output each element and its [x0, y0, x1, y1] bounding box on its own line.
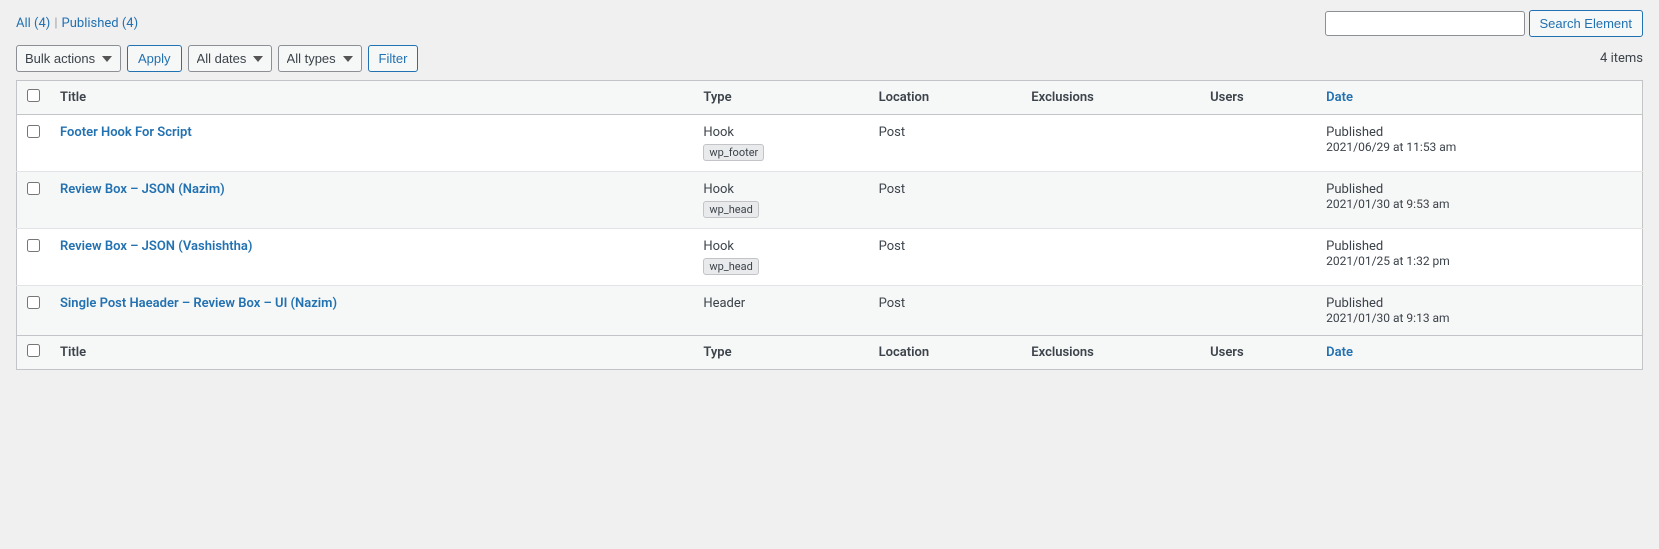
row-type-label: Hook — [703, 239, 734, 254]
row-title: Single Post Haeader – Review Box – UI (N… — [50, 286, 693, 336]
header-checkbox-cell — [17, 81, 51, 115]
table-header-row: Title Type Location Exclusions Users Dat… — [17, 81, 1643, 115]
search-input[interactable] — [1325, 11, 1525, 36]
header-type: Type — [693, 81, 868, 115]
table-row: Single Post Haeader – Review Box – UI (N… — [17, 286, 1643, 336]
top-bar: All (4) | Published (4) Search Element — [16, 10, 1643, 37]
row-title-link[interactable]: Single Post Haeader – Review Box – UI (N… — [60, 296, 337, 311]
row-location: Post — [869, 286, 1022, 336]
select-all-checkbox[interactable] — [27, 89, 40, 102]
row-type-label: Hook — [703, 125, 734, 140]
footer-type: Type — [693, 336, 868, 370]
row-checkbox[interactable] — [27, 239, 40, 252]
row-title: Review Box – JSON (Nazim) — [50, 172, 693, 229]
row-checkbox-cell — [17, 229, 51, 286]
row-type: Hook wp_head — [693, 172, 868, 229]
header-exclusions: Exclusions — [1021, 81, 1200, 115]
footer-checkbox-cell — [17, 336, 51, 370]
filter-published-count: (4) — [122, 16, 138, 31]
row-exclusions — [1021, 172, 1200, 229]
row-exclusions — [1021, 286, 1200, 336]
row-checkbox-cell — [17, 286, 51, 336]
row-type-label: Header — [703, 296, 745, 311]
row-date: Published2021/01/30 at 9:53 am — [1316, 172, 1642, 229]
footer-exclusions: Exclusions — [1021, 336, 1200, 370]
row-date: Published2021/01/25 at 1:32 pm — [1316, 229, 1642, 286]
row-title: Review Box – JSON (Vashishtha) — [50, 229, 693, 286]
row-title-link[interactable]: Footer Hook For Script — [60, 125, 192, 140]
row-date: Published2021/06/29 at 11:53 am — [1316, 115, 1642, 172]
page-wrap: All (4) | Published (4) Search Element B… — [0, 0, 1659, 549]
row-type-label: Hook — [703, 182, 734, 197]
all-types-select[interactable]: All types — [278, 45, 362, 72]
row-title: Footer Hook For Script — [50, 115, 693, 172]
hook-tag-badge: wp_head — [703, 258, 758, 275]
row-checkbox-cell — [17, 115, 51, 172]
filter-button[interactable]: Filter — [368, 45, 419, 72]
table-row: Review Box – JSON (Nazim) Hook wp_head Post… — [17, 172, 1643, 229]
filter-sep: | — [54, 16, 57, 31]
filter-all-count: (4) — [34, 16, 50, 31]
row-date-status: Published — [1326, 125, 1632, 140]
apply-button[interactable]: Apply — [127, 45, 182, 72]
table-row: Footer Hook For Script Hook wp_footer Post P… — [17, 115, 1643, 172]
items-count: 4 items — [1600, 51, 1643, 66]
row-date-value: 2021/01/30 at 9:53 am — [1326, 197, 1632, 211]
header-location: Location — [869, 81, 1022, 115]
toolbar: Bulk actions Apply All dates All types F… — [16, 45, 1643, 72]
hook-tag-badge: wp_footer — [703, 144, 764, 161]
row-users — [1200, 115, 1316, 172]
header-date: Date — [1316, 81, 1642, 115]
row-title-link[interactable]: Review Box – JSON (Vashishtha) — [60, 239, 252, 254]
row-location: Post — [869, 229, 1022, 286]
filter-all-link[interactable]: All (4) — [16, 16, 50, 31]
row-date-value: 2021/01/25 at 1:32 pm — [1326, 254, 1632, 268]
row-checkbox[interactable] — [27, 296, 40, 309]
filter-published-link[interactable]: Published (4) — [62, 16, 139, 31]
row-type: Hook wp_head — [693, 229, 868, 286]
search-box-area: Search Element — [1325, 10, 1644, 37]
footer-users: Users — [1200, 336, 1316, 370]
row-checkbox[interactable] — [27, 182, 40, 195]
search-element-button[interactable]: Search Element — [1529, 10, 1644, 37]
all-dates-select[interactable]: All dates — [188, 45, 272, 72]
row-users — [1200, 286, 1316, 336]
table-footer-row: Title Type Location Exclusions Users Dat… — [17, 336, 1643, 370]
row-date-status: Published — [1326, 239, 1632, 254]
bulk-actions-select[interactable]: Bulk actions — [16, 45, 121, 72]
row-date-status: Published — [1326, 296, 1632, 311]
table-body: Footer Hook For ScriptHookwp_footerPostP… — [17, 115, 1643, 336]
row-date-value: 2021/06/29 at 11:53 am — [1326, 140, 1632, 154]
row-title-link[interactable]: Review Box – JSON (Nazim) — [60, 182, 225, 197]
footer-location: Location — [869, 336, 1022, 370]
filter-published-label: Published — [62, 16, 119, 31]
row-checkbox-cell — [17, 172, 51, 229]
elements-table: Title Type Location Exclusions Users Dat… — [16, 80, 1643, 370]
header-users: Users — [1200, 81, 1316, 115]
header-title: Title — [50, 81, 693, 115]
footer-title: Title — [50, 336, 693, 370]
row-users — [1200, 172, 1316, 229]
select-all-footer-checkbox[interactable] — [27, 344, 40, 357]
footer-date: Date — [1316, 336, 1642, 370]
row-users — [1200, 229, 1316, 286]
row-date-status: Published — [1326, 182, 1632, 197]
row-date: Published2021/01/30 at 9:13 am — [1316, 286, 1642, 336]
row-checkbox[interactable] — [27, 125, 40, 138]
row-exclusions — [1021, 115, 1200, 172]
row-type: Header — [693, 286, 868, 336]
hook-tag-badge: wp_head — [703, 201, 758, 218]
row-date-value: 2021/01/30 at 9:13 am — [1326, 311, 1632, 325]
filter-all-label: All — [16, 16, 31, 31]
filter-links: All (4) | Published (4) — [16, 16, 138, 31]
table-row: Review Box – JSON (Vashishtha) Hook wp_hea… — [17, 229, 1643, 286]
row-exclusions — [1021, 229, 1200, 286]
row-type: Hook wp_footer — [693, 115, 868, 172]
row-location: Post — [869, 172, 1022, 229]
row-location: Post — [869, 115, 1022, 172]
